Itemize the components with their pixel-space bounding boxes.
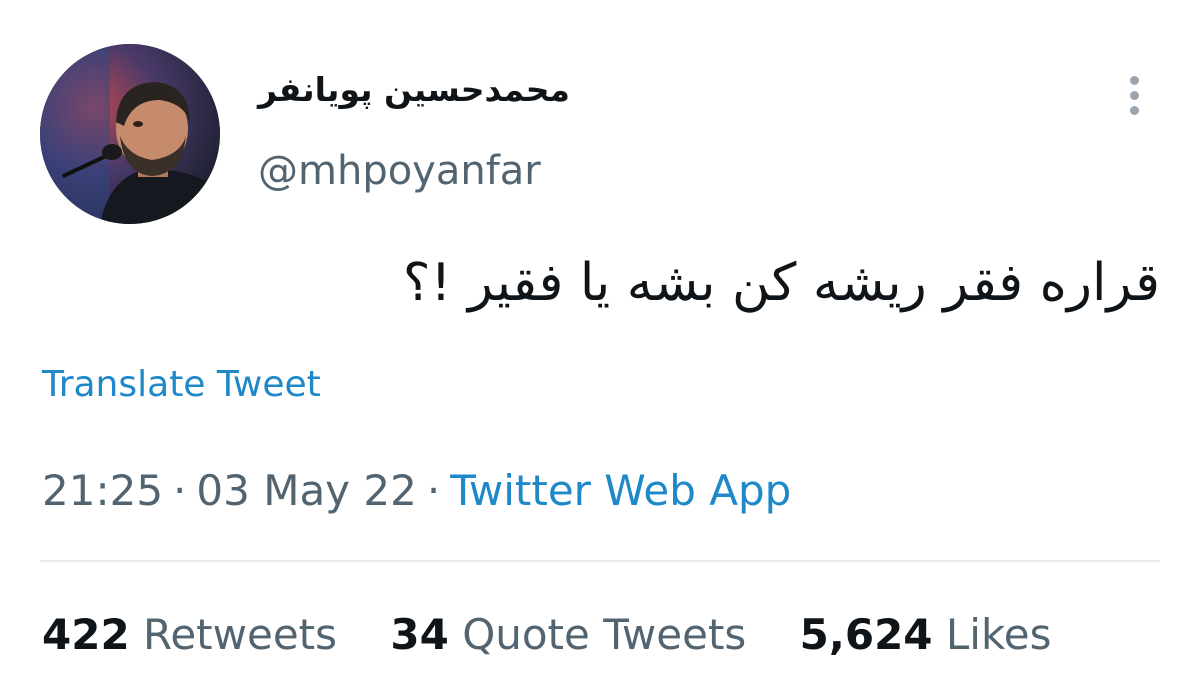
meta-separator: · [426, 466, 441, 515]
tweet-card: محمدحسین پویانفر @mhpoyanfar قراره فقر ر… [0, 0, 1200, 692]
display-name[interactable]: محمدحسین پویانفر [258, 70, 658, 109]
tweet-source-link[interactable]: Twitter Web App [450, 466, 791, 515]
avatar-photo [40, 44, 220, 224]
tweet-meta: 21:25 · 03 May 22 · Twitter Web App [42, 466, 791, 515]
likes-label: Likes [945, 610, 1052, 659]
retweets-stat[interactable]: 422 Retweets [42, 610, 337, 659]
quote-tweets-label: Quote Tweets [462, 610, 747, 659]
retweets-label: Retweets [143, 610, 338, 659]
tweet-stats: 422 Retweets 34 Quote Tweets 5,624 Likes [42, 610, 1092, 659]
quote-tweets-stat[interactable]: 34 Quote Tweets [390, 610, 746, 659]
likes-stat[interactable]: 5,624 Likes [800, 610, 1052, 659]
translate-tweet-link[interactable]: Translate Tweet [42, 364, 321, 405]
tweet-time[interactable]: 21:25 [42, 466, 163, 515]
quote-tweets-count: 34 [390, 610, 449, 659]
tweet-date[interactable]: 03 May 22 [196, 466, 416, 515]
user-handle[interactable]: @mhpoyanfar [258, 148, 541, 194]
avatar[interactable] [40, 44, 220, 224]
meta-separator: · [173, 466, 187, 515]
likes-count: 5,624 [799, 610, 933, 659]
divider [40, 560, 1160, 562]
tweet-text: قراره فقر ریشه کن بشه یا فقیر !؟ [402, 253, 1160, 313]
more-vertical-icon[interactable] [1122, 76, 1146, 120]
retweets-count: 422 [42, 610, 130, 659]
